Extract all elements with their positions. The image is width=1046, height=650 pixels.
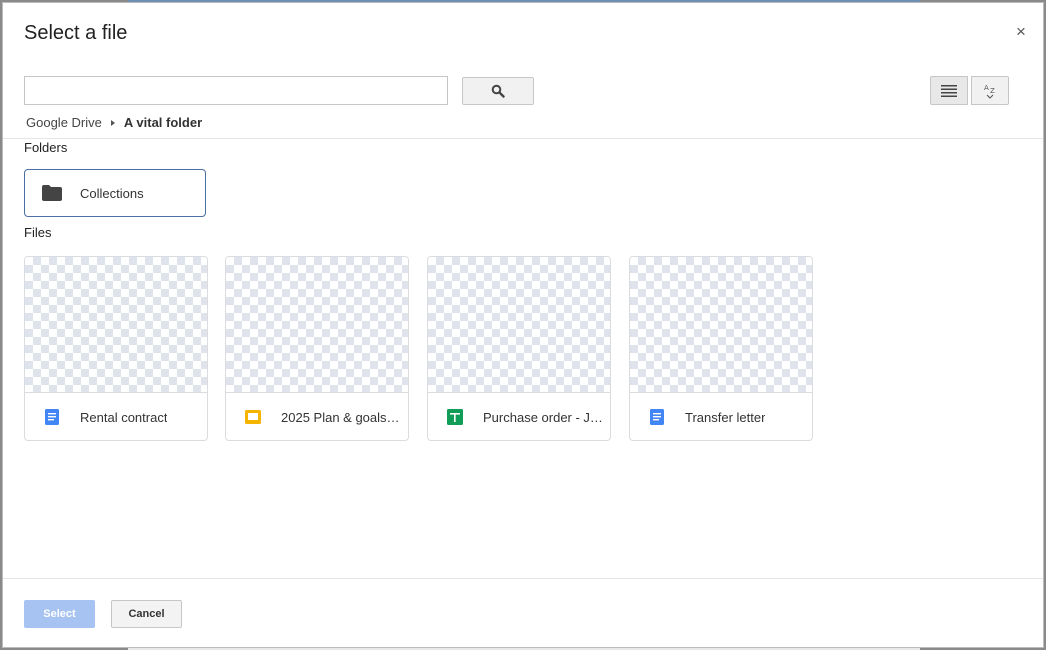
breadcrumb-current: A vital folder — [123, 115, 203, 130]
cancel-button[interactable]: Cancel — [111, 600, 182, 628]
list-view-button[interactable] — [930, 76, 968, 105]
file-thumbnail — [428, 257, 610, 393]
search-icon — [491, 84, 505, 98]
sort-az-icon: A Z — [984, 84, 995, 99]
folder-icon — [42, 185, 62, 201]
files-heading: Files — [24, 225, 52, 240]
file-thumbnail — [226, 257, 408, 393]
file-card-plan-goals[interactable]: 2025 Plan & goals… — [225, 256, 409, 441]
dialog-title: Select a file — [24, 22, 128, 44]
footer-divider — [3, 578, 1043, 579]
sort-button[interactable]: A Z — [971, 76, 1009, 105]
doc-icon — [650, 409, 664, 425]
file-name: Purchase order - J… — [483, 409, 603, 425]
breadcrumb-arrow-icon — [110, 119, 115, 126]
file-card-rental-contract[interactable]: Rental contract — [24, 256, 208, 441]
breadcrumb-root[interactable]: Google Drive — [26, 115, 102, 130]
search-button[interactable] — [462, 77, 534, 105]
file-name: 2025 Plan & goals… — [281, 409, 400, 425]
close-icon[interactable]: × — [1016, 23, 1026, 41]
file-picker-dialog: Select a file × A Z Google Drive A vital… — [2, 2, 1044, 648]
select-button[interactable]: Select — [24, 600, 95, 628]
search-input[interactable] — [24, 76, 448, 105]
svg-text:A: A — [984, 84, 989, 92]
folders-heading: Folders — [24, 140, 68, 155]
file-thumbnail — [630, 257, 812, 393]
slides-icon — [245, 410, 261, 424]
svg-text:Z: Z — [990, 87, 995, 95]
breadcrumb: Google Drive A vital folder — [26, 115, 202, 130]
list-view-icon — [941, 84, 957, 97]
file-name: Rental contract — [80, 409, 168, 425]
sheet-icon — [447, 409, 463, 425]
header-divider — [3, 138, 1043, 139]
file-name: Transfer letter — [685, 409, 766, 425]
folder-item[interactable]: Collections — [24, 169, 206, 217]
doc-icon — [45, 409, 59, 425]
file-card-purchase-order[interactable]: Purchase order - J… — [427, 256, 611, 441]
file-thumbnail — [25, 257, 207, 393]
file-card-transfer-letter[interactable]: Transfer letter — [629, 256, 813, 441]
folder-name: Collections — [80, 185, 144, 201]
